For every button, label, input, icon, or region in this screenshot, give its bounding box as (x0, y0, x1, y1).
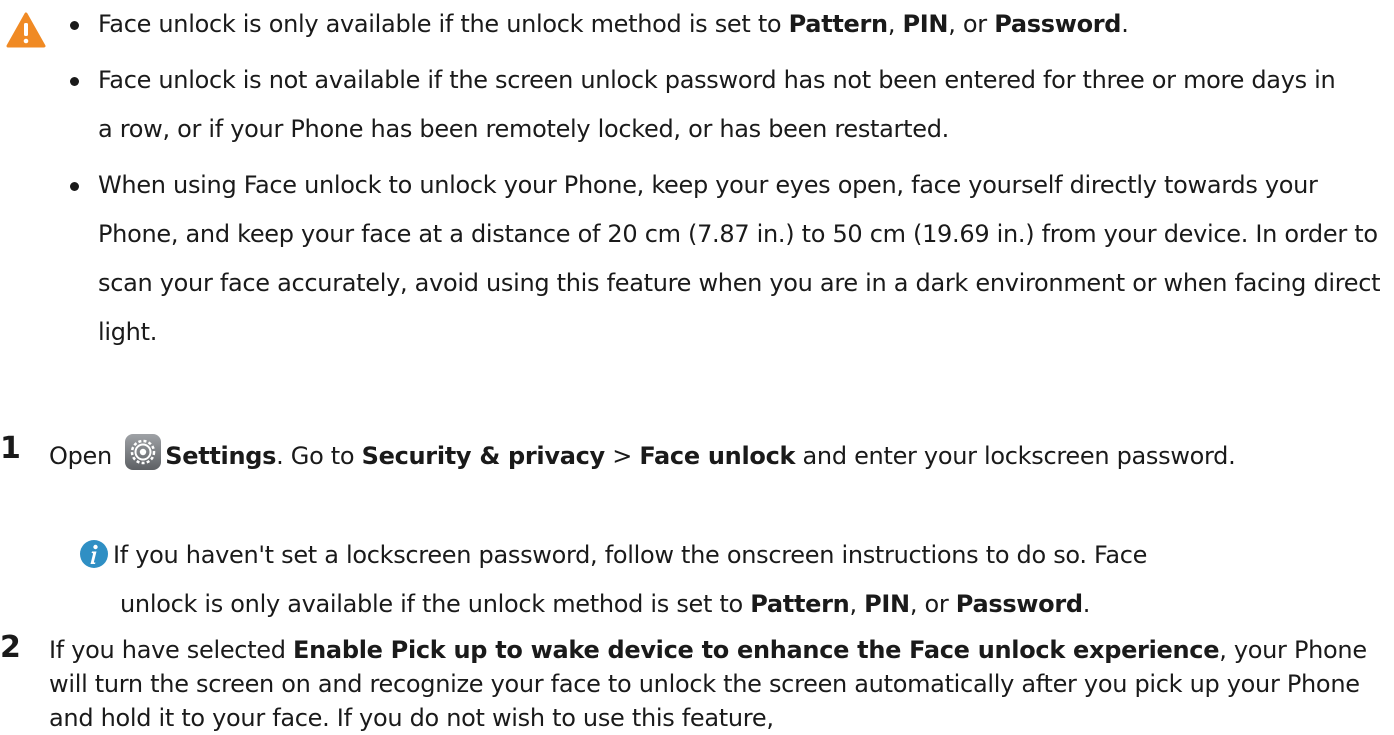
warning-bullet-list: Face unlock is only available if the unl… (70, 0, 1390, 364)
step-number: 1 (0, 431, 21, 466)
warning-bullet: Face unlock is not available if the scre… (70, 56, 1338, 154)
warning-bullet: Face unlock is only available if the unl… (70, 0, 1390, 49)
info-icon (80, 540, 108, 568)
info-note-text: If you haven't set a lockscreen password… (113, 541, 1148, 618)
step-number: 2 (0, 630, 21, 665)
step-text: If you have selected Enable Pick up to w… (49, 636, 1367, 732)
settings-gear-icon (125, 434, 162, 470)
warning-bullet: When using Face unlock to unlock your Ph… (70, 161, 1388, 357)
warning-triangle-icon (6, 12, 46, 48)
step-text: Open Settings. Go to Security & privacy … (49, 434, 1394, 473)
